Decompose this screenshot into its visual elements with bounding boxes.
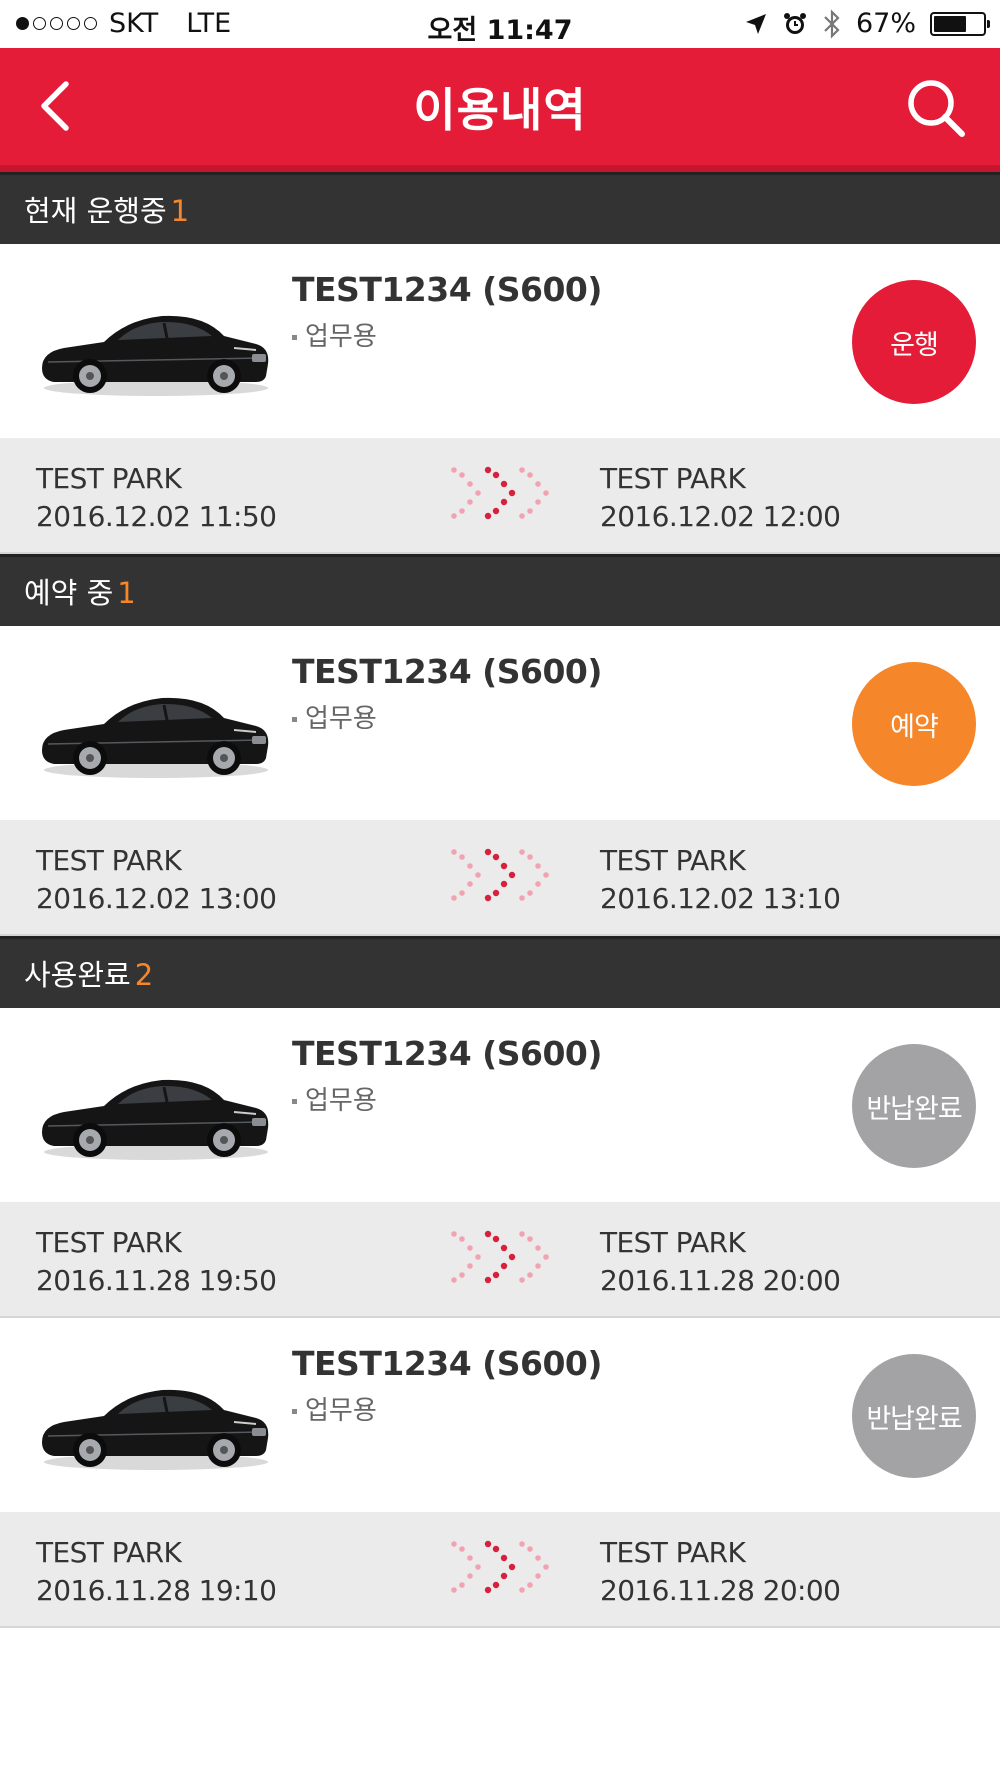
battery-percent: 67% <box>855 8 916 39</box>
usage-type: 업무용 <box>292 1390 377 1427</box>
route-arrow-icon <box>451 848 549 902</box>
bluetooth-icon <box>824 8 840 39</box>
route-row: TEST PARK 2016.12.02 13:00 TEST PARK 2016.1… <box>0 820 1000 936</box>
origin-time: 2016.11.28 19:50 <box>36 1264 277 1297</box>
route-origin: TEST PARK 2016.11.28 19:50 <box>36 1224 277 1300</box>
bullet-icon <box>292 1409 297 1414</box>
route-arrow-icon <box>451 1540 549 1594</box>
route-row: TEST PARK 2016.11.28 19:10 TEST PARK 2016.1… <box>0 1512 1000 1628</box>
rental-card[interactable]: TEST1234 (S600) 업무용 반납완료 <box>0 1008 1000 1202</box>
destination-place: TEST PARK <box>600 462 746 495</box>
status-bar: SKT LTE 오전 11:47 67% <box>0 0 1000 48</box>
origin-place: TEST PARK <box>36 1226 182 1259</box>
route-row: TEST PARK 2016.12.02 11:50 TEST PARK 2016.1… <box>0 438 1000 554</box>
usage-label: 업무용 <box>305 1396 377 1426</box>
route-destination: TEST PARK 2016.12.02 12:00 <box>600 460 841 536</box>
usage-type: 업무용 <box>292 316 377 353</box>
bullet-icon <box>292 717 297 722</box>
alarm-icon <box>783 12 806 34</box>
destination-place: TEST PARK <box>600 1536 746 1569</box>
origin-place: TEST PARK <box>36 1536 182 1569</box>
usage-label: 업무용 <box>305 322 377 352</box>
location-arrow-icon <box>745 13 766 34</box>
route-destination: TEST PARK 2016.11.28 20:00 <box>600 1224 841 1300</box>
origin-time: 2016.12.02 11:50 <box>36 500 277 533</box>
rental-card[interactable]: TEST1234 (S600) 업무용 운행 <box>0 244 1000 438</box>
bullet-icon <box>292 335 297 340</box>
section-count: 2 <box>134 958 154 992</box>
car-model: TEST1234 (S600) <box>292 652 602 691</box>
section-title: 현재 운행중 <box>24 194 167 228</box>
bullet-icon <box>292 1099 297 1104</box>
destination-time: 2016.12.02 12:00 <box>600 500 841 533</box>
usage-label: 업무용 <box>305 1086 377 1116</box>
destination-time: 2016.11.28 20:00 <box>600 1574 841 1607</box>
section-count: 1 <box>117 576 136 610</box>
status-right: 67% <box>744 8 990 39</box>
car-model: TEST1234 (S600) <box>292 270 602 309</box>
origin-time: 2016.12.02 13:00 <box>36 882 277 915</box>
route-origin: TEST PARK 2016.11.28 19:10 <box>36 1534 277 1610</box>
status-badge[interactable]: 반납완료 <box>852 1354 976 1478</box>
route-origin: TEST PARK 2016.12.02 11:50 <box>36 460 277 536</box>
section-header: 사용완료 2 <box>0 936 1000 1008</box>
car-model: TEST1234 (S600) <box>292 1344 602 1383</box>
route-origin: TEST PARK 2016.12.02 13:00 <box>36 842 277 918</box>
car-image <box>34 296 274 406</box>
origin-time: 2016.11.28 19:10 <box>36 1574 277 1607</box>
status-badge[interactable]: 반납완료 <box>852 1044 976 1168</box>
page-title: 이용내역 <box>413 83 587 137</box>
car-image <box>34 1370 274 1480</box>
section-header: 예약 중1 <box>0 554 1000 626</box>
status-badge[interactable]: 예약 <box>852 662 976 786</box>
car-image <box>34 678 274 788</box>
route-arrow-icon <box>451 1230 549 1284</box>
rental-card[interactable]: TEST1234 (S600) 업무용 예약 <box>0 626 1000 820</box>
route-destination: TEST PARK 2016.12.02 13:10 <box>600 842 841 918</box>
section-title: 사용완료 <box>24 958 131 992</box>
app-header: 이용내역 <box>0 48 1000 172</box>
route-arrow-icon <box>451 466 549 520</box>
destination-place: TEST PARK <box>600 844 746 877</box>
usage-label: 업무용 <box>305 704 377 734</box>
usage-type: 업무용 <box>292 698 377 735</box>
section-title: 예약 중 <box>24 576 114 610</box>
section-header: 현재 운행중 1 <box>0 172 1000 244</box>
battery-icon <box>930 11 990 36</box>
destination-time: 2016.12.02 13:10 <box>600 882 841 915</box>
status-badge[interactable]: 운행 <box>852 280 976 404</box>
car-model: TEST1234 (S600) <box>292 1034 602 1073</box>
origin-place: TEST PARK <box>36 462 182 495</box>
destination-time: 2016.11.28 20:00 <box>600 1264 841 1297</box>
car-image <box>34 1060 274 1170</box>
rental-card[interactable]: TEST1234 (S600) 업무용 반납완료 <box>0 1318 1000 1512</box>
section-count: 1 <box>170 194 190 228</box>
route-destination: TEST PARK 2016.11.28 20:00 <box>600 1534 841 1610</box>
route-row: TEST PARK 2016.11.28 19:50 TEST PARK 2016.1… <box>0 1202 1000 1318</box>
destination-place: TEST PARK <box>600 1226 746 1259</box>
origin-place: TEST PARK <box>36 844 182 877</box>
usage-type: 업무용 <box>292 1080 377 1117</box>
search-icon[interactable] <box>900 72 974 146</box>
